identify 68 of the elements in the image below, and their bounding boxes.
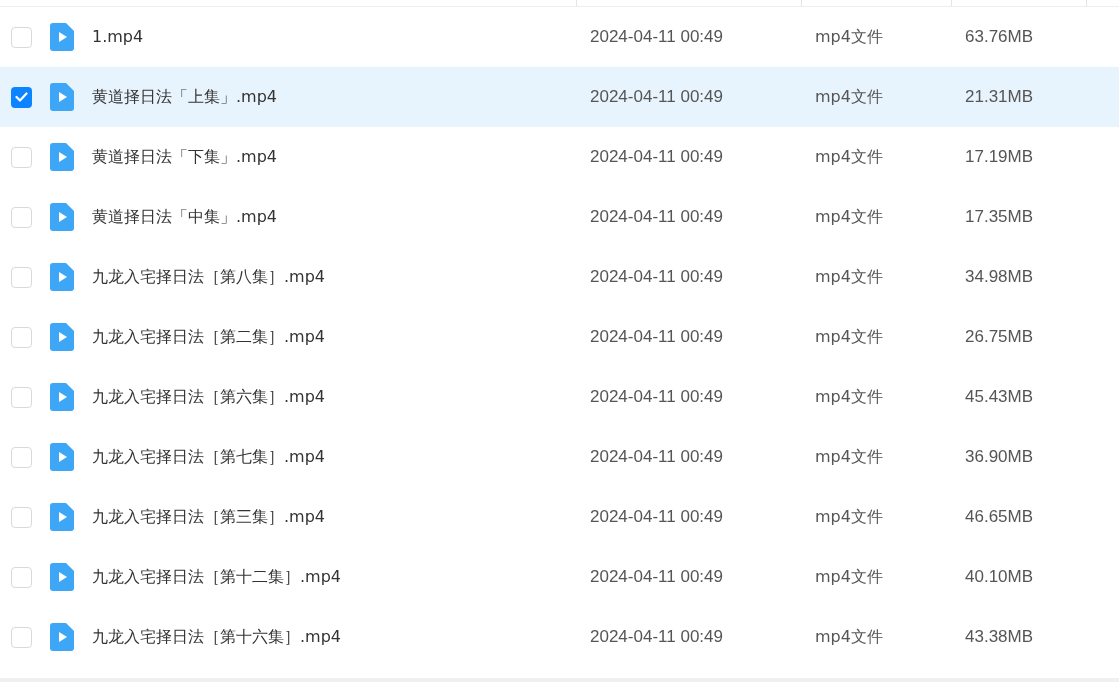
checkbox[interactable] bbox=[11, 146, 32, 168]
video-file-icon bbox=[50, 623, 74, 651]
checkbox[interactable] bbox=[11, 386, 32, 408]
file-type: mp4文件 bbox=[815, 327, 883, 347]
video-file-icon bbox=[50, 563, 74, 591]
file-name[interactable]: 九龙入宅择日法［第六集］.mp4 bbox=[92, 385, 325, 409]
file-size: 43.38MB bbox=[965, 627, 1034, 647]
file-name[interactable]: 黄道择日法「中集」.mp4 bbox=[92, 205, 277, 229]
file-size: 17.19MB bbox=[965, 147, 1034, 167]
file-size: 21.31MB bbox=[965, 87, 1034, 107]
checkmark-icon bbox=[15, 92, 28, 102]
checkbox[interactable] bbox=[11, 86, 32, 108]
file-type: mp4文件 bbox=[815, 267, 883, 287]
video-file-icon bbox=[50, 503, 74, 531]
modified-date: 2024-04-11 00:49 bbox=[590, 627, 723, 647]
file-type: mp4文件 bbox=[815, 627, 883, 647]
file-type: mp4文件 bbox=[815, 87, 883, 107]
modified-date: 2024-04-11 00:49 bbox=[590, 87, 723, 107]
file-type: mp4文件 bbox=[815, 507, 883, 527]
file-name[interactable]: 九龙入宅择日法［第十六集］.mp4 bbox=[92, 625, 341, 649]
checkbox[interactable] bbox=[11, 446, 32, 468]
modified-date: 2024-04-11 00:49 bbox=[590, 147, 723, 167]
file-name[interactable]: 九龙入宅择日法［第八集］.mp4 bbox=[92, 265, 325, 289]
checkbox[interactable] bbox=[11, 626, 32, 648]
file-type: mp4文件 bbox=[815, 207, 883, 227]
modified-date: 2024-04-11 00:49 bbox=[590, 567, 723, 587]
file-type: mp4文件 bbox=[815, 447, 883, 467]
modified-date: 2024-04-11 00:49 bbox=[590, 27, 723, 47]
file-row[interactable]: 黄道择日法「上集」.mp4 2024-04-11 00:49 mp4文件 21.31MB bbox=[0, 67, 1119, 127]
file-type: mp4文件 bbox=[815, 147, 883, 167]
file-size: 26.75MB bbox=[965, 327, 1034, 347]
file-type: mp4文件 bbox=[815, 27, 883, 47]
file-size: 46.65MB bbox=[965, 507, 1034, 527]
file-size: 45.43MB bbox=[965, 387, 1034, 407]
modified-date: 2024-04-11 00:49 bbox=[590, 507, 723, 527]
checkbox[interactable] bbox=[11, 26, 32, 48]
file-size: 63.76MB bbox=[965, 27, 1034, 47]
video-file-icon bbox=[50, 383, 74, 411]
video-file-icon bbox=[50, 143, 74, 171]
video-file-icon bbox=[50, 203, 74, 231]
video-file-icon bbox=[50, 83, 74, 111]
modified-date: 2024-04-11 00:49 bbox=[590, 447, 723, 467]
file-name[interactable]: 1.mp4 bbox=[92, 25, 144, 49]
file-name[interactable]: 九龙入宅择日法［第三集］.mp4 bbox=[92, 505, 325, 529]
video-file-icon bbox=[50, 323, 74, 351]
file-type: mp4文件 bbox=[815, 387, 883, 407]
modified-date: 2024-04-11 00:49 bbox=[590, 267, 723, 287]
checkbox[interactable] bbox=[11, 266, 32, 288]
video-file-icon bbox=[50, 23, 74, 51]
file-name[interactable]: 九龙入宅择日法［第七集］.mp4 bbox=[92, 445, 325, 469]
checkbox[interactable] bbox=[11, 506, 32, 528]
modified-date: 2024-04-11 00:49 bbox=[590, 207, 723, 227]
file-name[interactable]: 黄道择日法「上集」.mp4 bbox=[92, 85, 277, 109]
file-size: 36.90MB bbox=[965, 447, 1034, 467]
video-file-icon bbox=[50, 443, 74, 471]
file-size: 40.10MB bbox=[965, 567, 1034, 587]
file-name[interactable]: 九龙入宅择日法［第十二集］.mp4 bbox=[92, 565, 341, 589]
video-file-icon bbox=[50, 263, 74, 291]
modified-date: 2024-04-11 00:49 bbox=[590, 387, 723, 407]
checkbox[interactable] bbox=[11, 206, 32, 228]
checkbox[interactable] bbox=[11, 326, 32, 348]
checkbox[interactable] bbox=[11, 566, 32, 588]
file-size: 34.98MB bbox=[965, 267, 1034, 287]
file-name[interactable]: 黄道择日法「下集」.mp4 bbox=[92, 145, 277, 169]
file-type: mp4文件 bbox=[815, 567, 883, 587]
modified-date: 2024-04-11 00:49 bbox=[590, 327, 723, 347]
file-size: 17.35MB bbox=[965, 207, 1034, 227]
file-name[interactable]: 九龙入宅择日法［第二集］.mp4 bbox=[92, 325, 325, 349]
